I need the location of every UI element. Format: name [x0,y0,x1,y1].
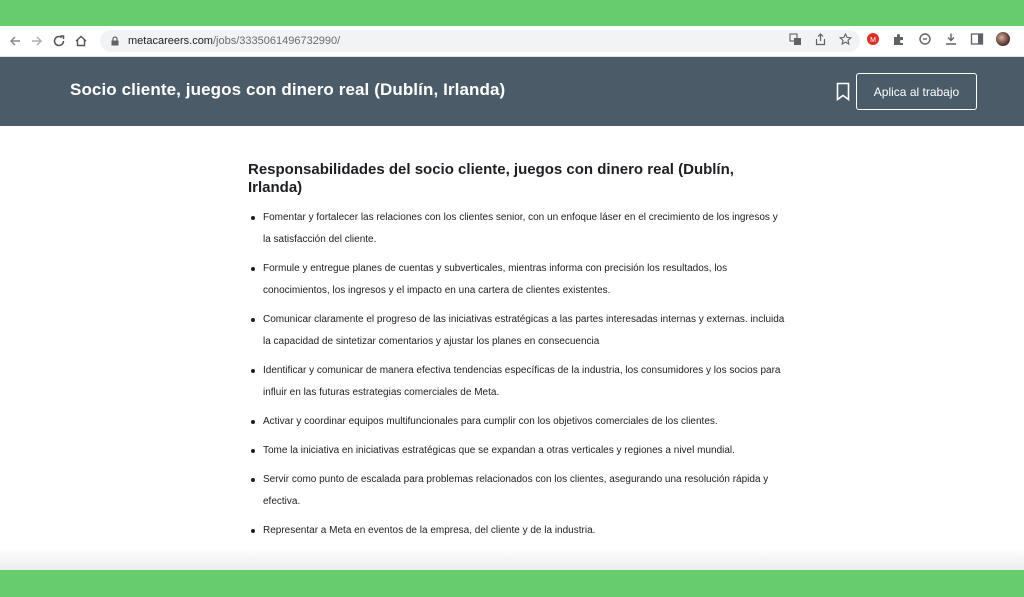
extension-sync-icon[interactable] [918,32,932,46]
list-item: Servir como punto de escalada para probl… [248,469,788,513]
forward-button[interactable] [26,30,48,52]
translate-icon[interactable] [789,33,802,46]
responsibilities-list: Fomentar y fortalecer las relaciones con… [248,207,788,549]
puzzle-icon[interactable] [892,32,906,46]
scroll-fade [0,548,1024,570]
home-icon [75,35,87,47]
browser-window: metacareers.com/jobs/3335061496732990/ M… [0,26,1024,570]
apply-button[interactable]: Aplica al trabajo [856,73,977,110]
reload-icon [53,35,65,47]
download-icon[interactable] [944,32,958,46]
share-icon[interactable] [814,33,827,46]
bookmark-icon[interactable] [836,82,850,101]
list-item: Comunicar claramente el progreso de las … [248,309,788,353]
profile-avatar[interactable] [996,32,1010,46]
list-item: Tome la iniciativa en iniciativas estrat… [248,440,788,462]
lock-icon [111,36,119,46]
section-title: Responsabilidades del socio cliente, jue… [248,161,734,196]
side-panel-icon[interactable] [970,32,984,46]
url-host: metacareers.com [128,35,213,47]
list-item: Formule y entregue planes de cuentas y s… [248,258,788,302]
job-description: Responsabilidades del socio cliente, jue… [0,126,1024,570]
reload-button[interactable] [48,30,70,52]
browser-toolbar: metacareers.com/jobs/3335061496732990/ M [0,26,1024,57]
address-bar[interactable]: metacareers.com/jobs/3335061496732990/ [100,30,860,52]
forward-arrow-icon [32,36,43,46]
svg-text:M: M [870,37,876,44]
extension-red-icon[interactable]: M [866,32,880,46]
back-arrow-icon [9,36,20,46]
list-item: Fomentar y fortalecer las relaciones con… [248,207,788,251]
job-header: Socio cliente, juegos con dinero real (D… [0,57,1024,126]
job-title: Socio cliente, juegos con dinero real (D… [70,80,506,99]
list-item: Activar y coordinar equipos multifuncion… [248,411,788,433]
url-path: /jobs/3335061496732990/ [212,35,341,47]
star-icon[interactable] [839,33,852,46]
list-item: Identificar y comunicar de manera efecti… [248,360,788,404]
home-button[interactable] [70,30,92,52]
list-item: Representar a Meta en eventos de la empr… [248,520,788,542]
back-button[interactable] [4,30,26,52]
